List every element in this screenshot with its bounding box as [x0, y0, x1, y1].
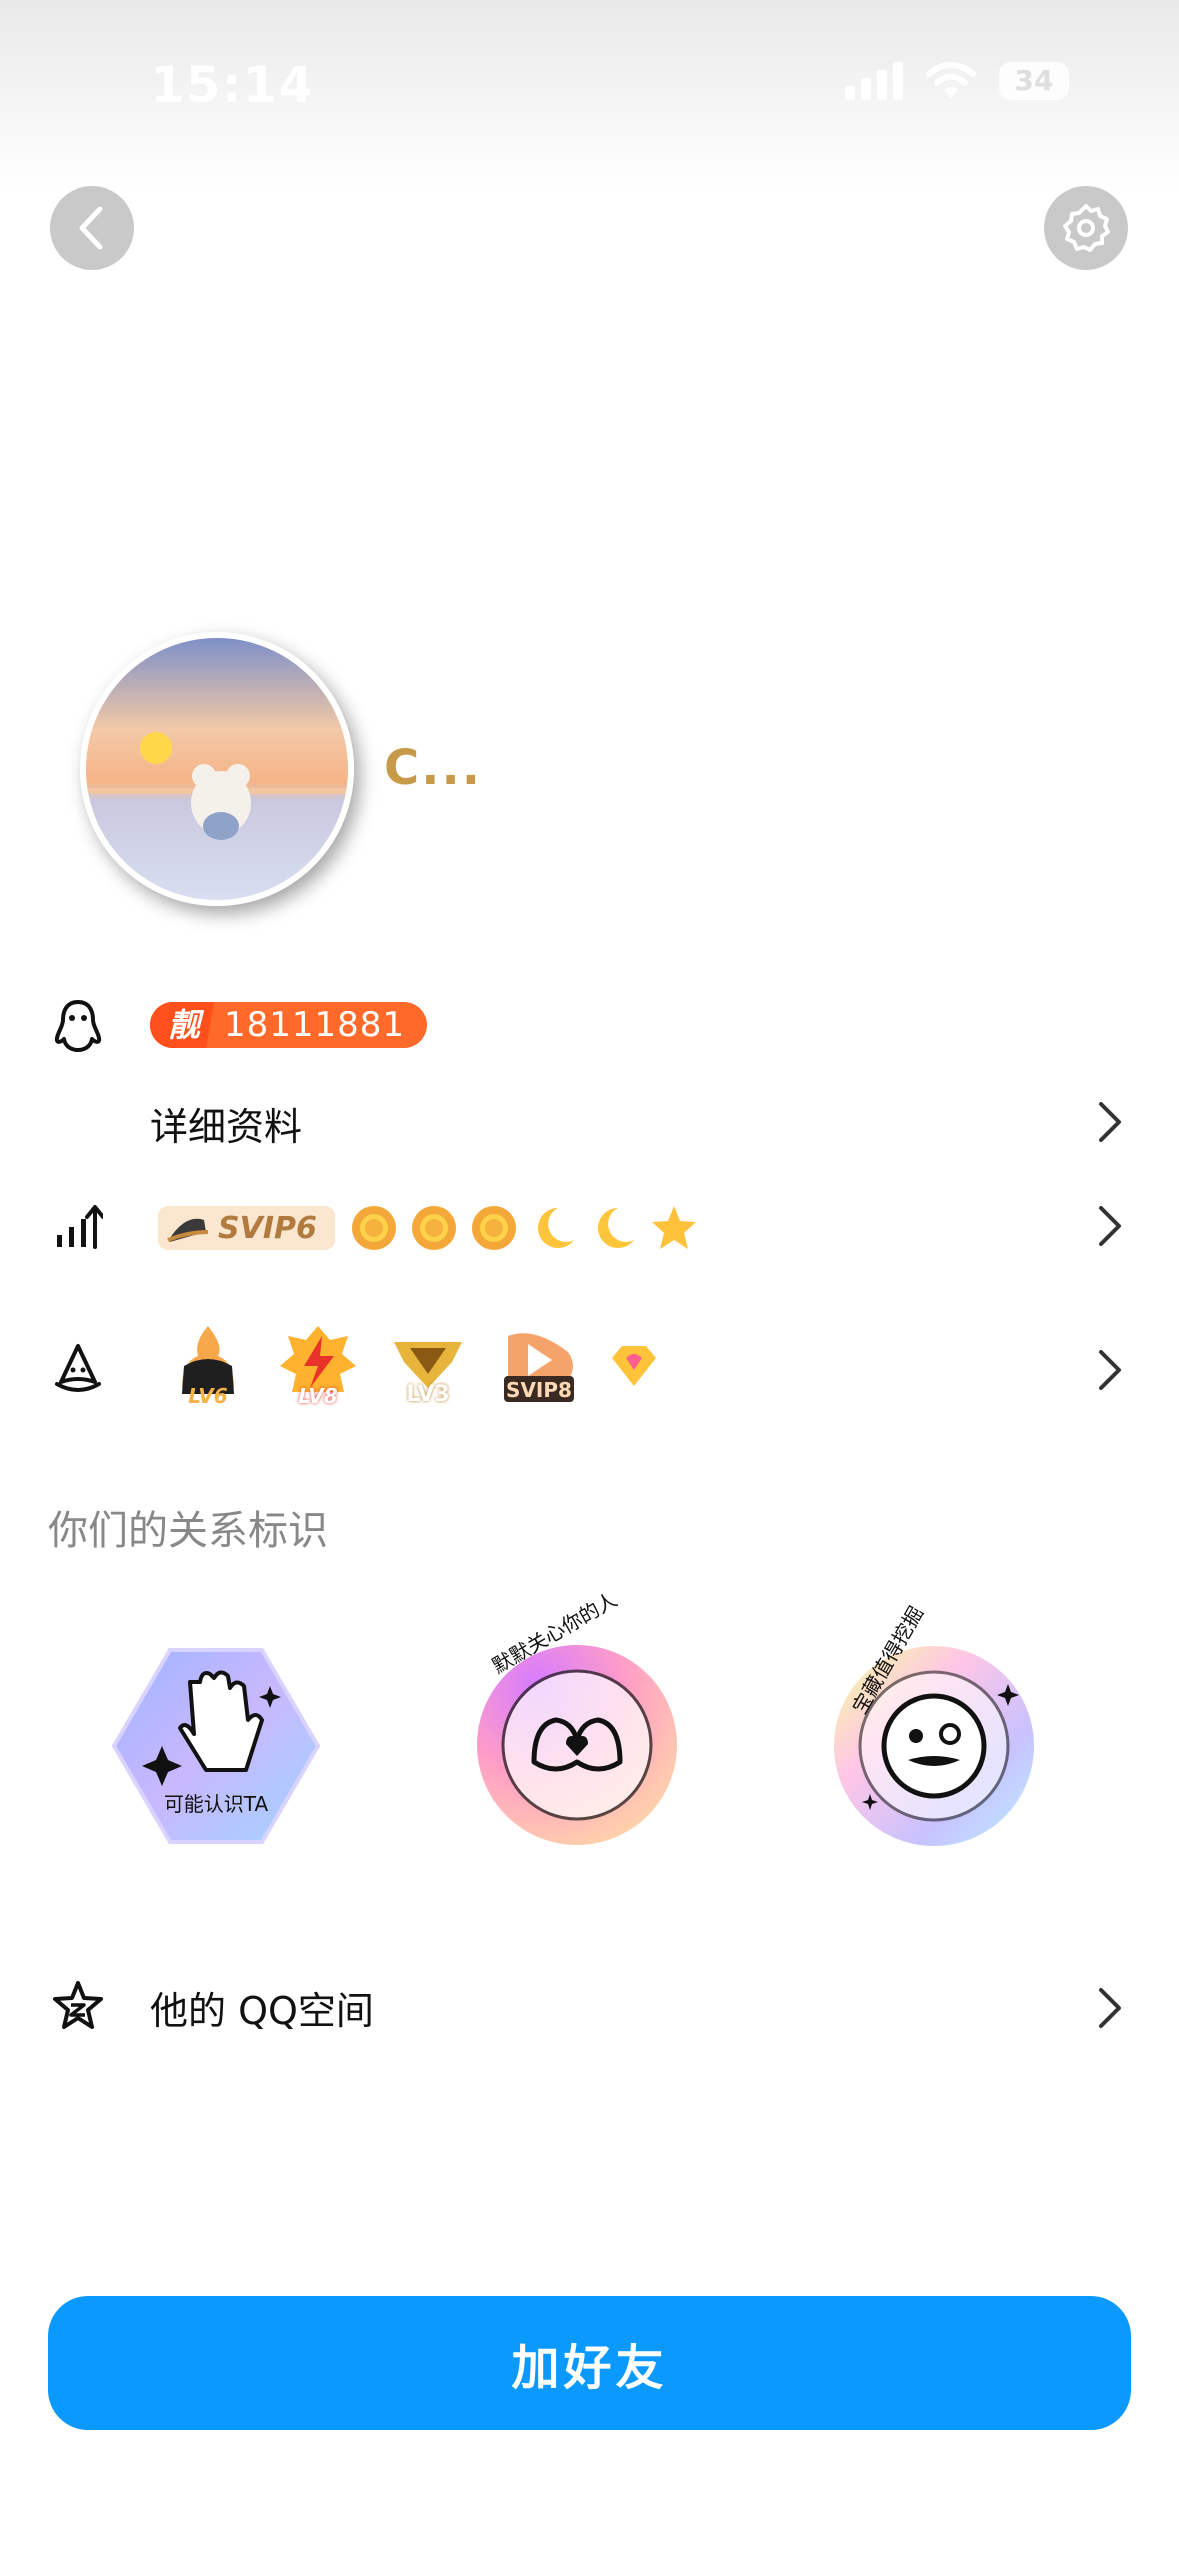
- bell-hat-icon: [48, 1340, 108, 1400]
- wifi-icon: [926, 62, 976, 98]
- svip-badge[interactable]: SVIP6: [158, 1206, 335, 1250]
- avatar-image: [86, 638, 348, 900]
- badge-svip8-text: SVIP8: [506, 1378, 572, 1402]
- penguin-icon: [48, 996, 108, 1056]
- level-chart-icon: [48, 1196, 108, 1256]
- qzone-link[interactable]: 他的 QQ空间: [150, 1980, 374, 2035]
- status-time: 15:14: [150, 56, 315, 114]
- relation-section-title: 你们的关系标识: [48, 1508, 328, 1554]
- badge-svip8[interactable]: SVIP8: [494, 1322, 582, 1410]
- sun-icon: [472, 1206, 516, 1250]
- relation-care[interactable]: 默默关心你的人: [476, 1587, 678, 1846]
- sun-icon: [352, 1206, 396, 1250]
- badge-lv3-text: LV3: [406, 1382, 450, 1407]
- qq-number-badge: 靓 18111881: [150, 1002, 428, 1048]
- diamond-icon[interactable]: [604, 1336, 664, 1396]
- badge-lv8[interactable]: LV8: [274, 1322, 362, 1410]
- detail-info-link[interactable]: 详细资料: [150, 1096, 302, 1151]
- star-icon: [652, 1206, 696, 1249]
- svip-label: SVIP6: [218, 1210, 317, 1246]
- chevron-right-icon[interactable]: [1090, 1978, 1130, 2038]
- chevron-right-icon[interactable]: [1090, 1196, 1130, 1256]
- relation-maybe-know[interactable]: 可能认识TA: [110, 1646, 322, 1846]
- back-button[interactable]: [50, 186, 134, 270]
- battery-icon: 34: [999, 62, 1069, 100]
- status-icons: 34: [845, 62, 1069, 100]
- relation-maybe-know-text: 可能认识TA: [163, 1792, 269, 1816]
- signal-icon: [845, 62, 903, 100]
- avatar[interactable]: [80, 632, 354, 906]
- moon-icon: [598, 1208, 634, 1248]
- badge-lv3[interactable]: LV3: [384, 1322, 472, 1410]
- qq-number: 18111881: [224, 1005, 406, 1045]
- nickname: C...: [384, 740, 482, 796]
- badge-lv6-text: LV6: [188, 1384, 228, 1408]
- moon-icon: [538, 1208, 574, 1248]
- svip-hat-icon: [167, 1218, 209, 1242]
- level-icons: [348, 1202, 700, 1254]
- pretty-number-tag: 靓: [150, 1002, 215, 1048]
- add-friend-button[interactable]: 加好友: [48, 2296, 1131, 2430]
- gear-icon: [1063, 204, 1110, 252]
- badge-lv6[interactable]: LV6: [164, 1322, 252, 1410]
- badge-lv8-text: LV8: [298, 1384, 338, 1408]
- chevron-right-icon[interactable]: [1090, 1340, 1130, 1400]
- relation-treasure[interactable]: 宝藏值得挖掘: [832, 1602, 1036, 1848]
- chevron-left-icon: [79, 206, 103, 250]
- settings-button[interactable]: [1044, 186, 1128, 270]
- badge-list: LV6 LV8 LV3 SVIP8: [164, 1322, 664, 1410]
- qzone-star-icon: [48, 1976, 108, 2036]
- chevron-right-icon[interactable]: [1090, 1092, 1130, 1152]
- sun-icon: [412, 1206, 456, 1250]
